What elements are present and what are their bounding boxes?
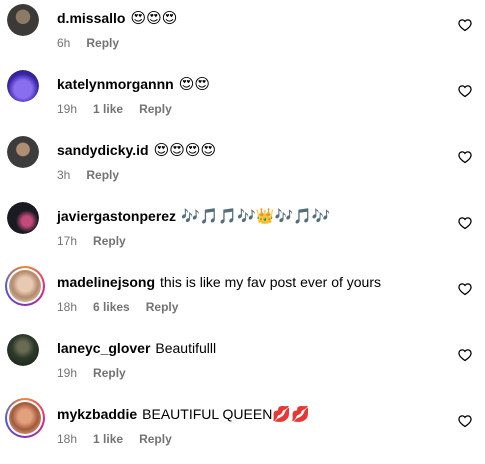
- comment-username[interactable]: mykzbaddie: [57, 403, 137, 425]
- comment-username[interactable]: d.missallo: [57, 7, 125, 29]
- avatar[interactable]: [7, 136, 39, 168]
- like-count[interactable]: 6 likes: [93, 300, 130, 314]
- comment-emoji: 🎶🎵🎵🎶👑🎶🎵🎶: [181, 207, 331, 225]
- comment-emoji: 😍😍😍😍: [153, 141, 217, 159]
- comment-time: 6h: [57, 36, 71, 50]
- reply-button[interactable]: Reply: [93, 366, 126, 380]
- reply-button[interactable]: Reply: [86, 36, 119, 50]
- comment-username[interactable]: madelinejsong: [57, 271, 155, 293]
- avatar[interactable]: [7, 202, 39, 234]
- comment-item: laneyc_glover Beautifulll 19h Reply: [0, 332, 485, 398]
- comment-text: this is like my fav post ever of yours: [160, 274, 381, 290]
- avatar[interactable]: [7, 70, 39, 102]
- heart-outline-icon[interactable]: [458, 348, 472, 362]
- comment-username[interactable]: javiergastonperez: [57, 205, 176, 227]
- comment-item: javiergastonperez 🎶🎵🎵🎶👑🎶🎵🎶 17h Reply: [0, 200, 485, 266]
- comment-time: 19h: [57, 102, 78, 116]
- avatar-story-ring[interactable]: [5, 398, 45, 438]
- heart-outline-icon[interactable]: [458, 150, 472, 164]
- heart-outline-icon[interactable]: [458, 282, 472, 296]
- heart-outline-icon[interactable]: [458, 414, 472, 428]
- comment-time: 18h: [57, 300, 78, 314]
- comment-item: madelinejsong this is like my fav post e…: [0, 266, 485, 332]
- comment-list: d.missallo 😍😍😍 6h Reply katelynmorgannn …: [0, 0, 485, 461]
- reply-button[interactable]: Reply: [146, 300, 179, 314]
- comment-time: 19h: [57, 366, 78, 380]
- reply-button[interactable]: Reply: [139, 102, 172, 116]
- avatar[interactable]: [7, 334, 39, 366]
- heart-outline-icon[interactable]: [458, 18, 472, 32]
- comment-username[interactable]: katelynmorgannn: [57, 73, 174, 95]
- like-count[interactable]: 1 like: [93, 432, 123, 446]
- comment-item: mykzbaddie BEAUTIFUL QUEEN 💋💋 18h 1 like…: [0, 398, 485, 464]
- avatar-story-ring[interactable]: [5, 266, 45, 306]
- comment-emoji: 😍😍😍: [130, 9, 178, 27]
- heart-outline-icon[interactable]: [458, 84, 472, 98]
- comment-item: sandydicky.id 😍😍😍😍 3h Reply: [0, 134, 485, 200]
- comment-time: 3h: [57, 168, 71, 182]
- heart-outline-icon[interactable]: [458, 216, 472, 230]
- comment-time: 17h: [57, 234, 78, 248]
- comment-emoji: 😍😍: [178, 75, 210, 93]
- comment-text: BEAUTIFUL QUEEN: [142, 406, 273, 422]
- comment-item: d.missallo 😍😍😍 6h Reply: [0, 2, 485, 68]
- comment-item: katelynmorgannn 😍😍 19h 1 like Reply: [0, 68, 485, 134]
- comment-emoji: 💋💋: [272, 405, 310, 423]
- like-count[interactable]: 1 like: [93, 102, 123, 116]
- reply-button[interactable]: Reply: [86, 168, 119, 182]
- comment-time: 18h: [57, 432, 78, 446]
- reply-button[interactable]: Reply: [139, 432, 172, 446]
- comment-username[interactable]: laneyc_glover: [57, 337, 150, 359]
- comment-text: Beautifulll: [155, 340, 217, 356]
- reply-button[interactable]: Reply: [93, 234, 126, 248]
- comment-username[interactable]: sandydicky.id: [57, 139, 149, 161]
- avatar[interactable]: [7, 4, 39, 36]
